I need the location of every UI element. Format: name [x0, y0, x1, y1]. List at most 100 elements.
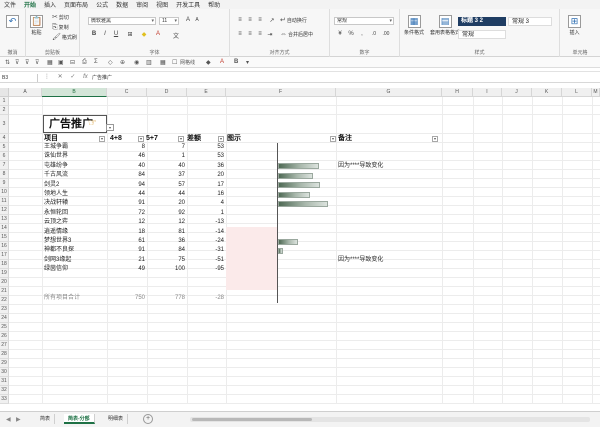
column-header[interactable]: H — [442, 88, 473, 97]
row-header[interactable]: 7 — [0, 161, 9, 170]
align-bottom-icon[interactable]: ≡ — [256, 17, 264, 23]
merge-center-button[interactable]: ⇔ 合并后居中 — [280, 31, 313, 38]
column-header[interactable]: K — [532, 88, 562, 97]
lock-icon[interactable]: ▣ — [58, 59, 64, 66]
bold-button[interactable]: B — [90, 31, 98, 37]
font-color-icon[interactable]: A — [154, 31, 162, 37]
column-header[interactable]: D — [147, 88, 187, 97]
name-box[interactable]: B3 — [2, 74, 38, 82]
column-header[interactable]: M — [592, 88, 600, 97]
camera-icon[interactable]: ◉ — [134, 59, 139, 66]
clear-filter-icon[interactable]: ⊽ — [35, 59, 39, 66]
orientation-icon[interactable]: ↗ — [268, 17, 276, 24]
menu-item[interactable]: 公式 — [96, 0, 108, 9]
column-header[interactable]: A — [9, 88, 42, 97]
row-header[interactable]: 24 — [0, 314, 9, 323]
row-header[interactable]: 26 — [0, 332, 9, 341]
column-header[interactable]: F — [226, 88, 336, 97]
column-header[interactable]: J — [502, 88, 532, 97]
format-as-table-button[interactable]: ▤ 套用表格格式 — [430, 15, 460, 36]
filter-icon[interactable]: ⊽ — [25, 59, 29, 66]
more-icon[interactable]: ⋮ — [44, 74, 50, 80]
menu-item[interactable]: 开发工具 — [176, 0, 200, 9]
style-normal[interactable]: 常规 — [458, 30, 506, 39]
row-header[interactable]: 22 — [0, 296, 9, 305]
fill-color-icon[interactable]: ◆ — [140, 31, 148, 38]
sheet-tab[interactable]: 简表-分部 — [64, 414, 95, 424]
row-header[interactable]: 28 — [0, 350, 9, 359]
horizontal-scrollbar[interactable] — [190, 417, 590, 422]
row-header[interactable]: 12 — [0, 206, 9, 215]
select-all-corner[interactable] — [0, 88, 9, 97]
format-painter-button[interactable]: 🖌 格式刷 — [52, 34, 77, 41]
column-header[interactable]: B — [42, 88, 107, 97]
insert-cells-button[interactable]: ⊞ 插入 — [568, 15, 581, 36]
fill-color-icon[interactable]: ◆ — [206, 59, 211, 66]
row-header[interactable]: 11 — [0, 197, 9, 206]
row-header[interactable]: 3 — [0, 115, 9, 134]
row-header[interactable]: 30 — [0, 368, 9, 377]
row-header[interactable]: 4 — [0, 134, 9, 143]
row-header[interactable]: 14 — [0, 224, 9, 233]
shape-icon[interactable]: ◇ — [108, 59, 113, 66]
conditional-format-button[interactable]: ▦ 条件格式 — [404, 15, 424, 36]
increase-decimal-icon[interactable]: .0 — [370, 31, 378, 37]
column-header[interactable]: I — [473, 88, 502, 97]
undo-button[interactable]: ↶ — [6, 15, 19, 29]
row-header[interactable]: 17 — [0, 251, 9, 260]
row-header[interactable]: 18 — [0, 260, 9, 269]
menu-item[interactable]: 页面布局 — [64, 0, 88, 9]
row-header[interactable]: 15 — [0, 233, 9, 242]
border-icon[interactable]: ⊞ — [126, 31, 134, 38]
bold-icon[interactable]: B — [234, 59, 238, 65]
table-icon[interactable]: ▦ — [47, 59, 53, 66]
title-dropdown-button[interactable]: ▾ — [106, 124, 114, 131]
column-header[interactable]: L — [562, 88, 592, 97]
font-size-select[interactable]: 11 ▾ — [159, 17, 179, 25]
italic-button[interactable]: I — [101, 31, 109, 37]
wrap-text-button[interactable]: ↵ 自动换行 — [280, 17, 307, 24]
filter-icon[interactable]: ⊽ — [15, 59, 19, 66]
phonetic-icon[interactable]: 文 — [172, 31, 180, 40]
sheet-tab[interactable]: 明细表 — [104, 414, 129, 424]
shrink-font-button[interactable]: A — [193, 17, 201, 23]
percent-button[interactable]: % — [347, 31, 355, 37]
link-icon[interactable]: ⊕ — [120, 59, 125, 66]
font-name-select[interactable]: 微软雅黑 ▾ — [88, 17, 156, 25]
grow-font-button[interactable]: A — [184, 17, 192, 23]
grid-icon[interactable]: ▦ — [160, 59, 166, 66]
scrollbar-thumb[interactable] — [192, 418, 312, 421]
align-right-icon[interactable]: ≡ — [256, 31, 264, 37]
row-header[interactable]: 2 — [0, 106, 9, 115]
freeze-icon[interactable]: ⊟ — [70, 59, 75, 66]
row-header[interactable]: 16 — [0, 242, 9, 251]
row-header[interactable]: 1 — [0, 97, 9, 106]
menu-item[interactable]: 数据 — [116, 0, 128, 9]
menu-item[interactable]: 帮助 — [208, 0, 220, 9]
tab-next-icon[interactable]: ▶ — [16, 416, 21, 423]
filter-button-chart[interactable]: ▾ — [330, 136, 336, 142]
align-left-icon[interactable]: ≡ — [236, 31, 244, 37]
more-icon[interactable]: ▾ — [246, 59, 249, 66]
row-header[interactable]: 31 — [0, 377, 9, 386]
align-middle-icon[interactable]: ≡ — [246, 17, 254, 23]
underline-button[interactable]: U — [112, 31, 120, 37]
row-header[interactable]: 25 — [0, 323, 9, 332]
currency-icon[interactable]: ¥ — [336, 31, 344, 37]
row-header[interactable]: 20 — [0, 278, 9, 287]
menu-item[interactable]: 插入 — [44, 0, 56, 9]
paste-button[interactable]: 📋 粘贴 — [30, 15, 43, 36]
enter-icon[interactable]: ✓ — [70, 74, 75, 80]
filter-button-item[interactable]: ▾ — [99, 136, 105, 142]
filter-button-c[interactable]: ▾ — [138, 136, 144, 142]
cancel-icon[interactable]: ✕ — [58, 74, 63, 80]
menu-item[interactable]: 文件 — [4, 0, 16, 9]
row-header[interactable]: 29 — [0, 359, 9, 368]
add-sheet-button[interactable]: + — [143, 414, 153, 424]
copy-button[interactable]: ⎘ 复制 — [52, 24, 69, 31]
filter-button-diff[interactable]: ▾ — [218, 136, 224, 142]
column-header[interactable]: G — [336, 88, 442, 97]
row-header[interactable]: 9 — [0, 179, 9, 188]
cut-button[interactable]: ✂ 剪切 — [52, 14, 69, 21]
row-header[interactable]: 8 — [0, 170, 9, 179]
